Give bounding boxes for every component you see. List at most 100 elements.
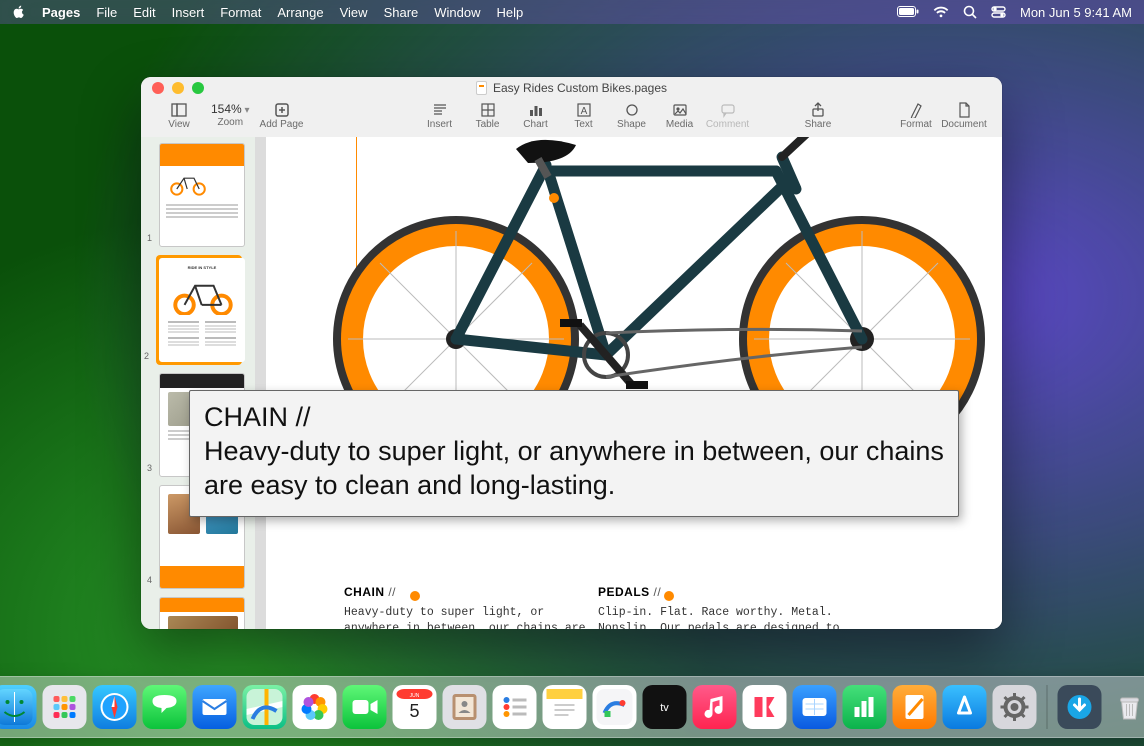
menubar-clock[interactable]: Mon Jun 5 9:41 AM xyxy=(1020,5,1132,20)
insert-icon xyxy=(432,101,448,119)
section-pedals[interactable]: PEDALS // Clip-in. Flat. Race worthy. Me… xyxy=(598,585,848,629)
svg-text:JUN: JUN xyxy=(410,693,420,699)
dock-pages-app[interactable] xyxy=(893,685,937,729)
wifi-icon[interactable] xyxy=(933,6,949,18)
pages-doc-icon xyxy=(476,81,487,95)
dock-messages[interactable] xyxy=(143,685,187,729)
menubar: Pages File Edit Insert Format Arrange Vi… xyxy=(0,0,1144,24)
menu-edit[interactable]: Edit xyxy=(133,5,155,20)
dock-appstore[interactable] xyxy=(943,685,987,729)
menu-share[interactable]: Share xyxy=(384,5,419,20)
chain-slash: // xyxy=(385,585,397,599)
thumb-5[interactable]: 5 xyxy=(159,597,245,629)
hover-line2: Heavy-duty to super light, or anywhere i… xyxy=(204,435,944,503)
dock-separator xyxy=(1047,685,1048,729)
section-chain[interactable]: CHAIN // Heavy-duty to super light, or a… xyxy=(344,585,594,629)
svg-text:A: A xyxy=(580,106,587,117)
menubar-app[interactable]: Pages xyxy=(42,5,80,20)
toolbar-zoom[interactable]: 154% Zoom xyxy=(207,101,254,128)
toolbar-document[interactable]: Document xyxy=(940,101,988,130)
toolbar-format[interactable]: Format xyxy=(892,101,940,130)
dock-photos[interactable] xyxy=(293,685,337,729)
plus-icon xyxy=(274,101,290,119)
dock-news[interactable] xyxy=(743,685,787,729)
minimize-button[interactable] xyxy=(172,82,184,94)
share-icon xyxy=(810,101,826,119)
dock-tv[interactable]: tv xyxy=(643,685,687,729)
media-icon xyxy=(672,101,688,119)
shape-icon xyxy=(624,101,640,119)
menu-arrange[interactable]: Arrange xyxy=(277,5,323,20)
hover-line1: CHAIN // xyxy=(204,401,944,435)
table-icon xyxy=(480,101,496,119)
addpage-label: Add Page xyxy=(260,119,304,130)
text-icon: A xyxy=(576,101,592,119)
thumb-1[interactable]: 1 xyxy=(159,143,245,247)
spotlight-icon[interactable] xyxy=(963,5,977,19)
dock-facetime[interactable] xyxy=(343,685,387,729)
toolbar-comment[interactable]: Comment xyxy=(704,101,752,130)
toolbar-shape[interactable]: Shape xyxy=(608,101,656,130)
pedals-body: Clip-in. Flat. Race worthy. Metal. Nonsl… xyxy=(598,605,848,629)
toolbar-addpage[interactable]: Add Page xyxy=(258,101,306,130)
media-label: Media xyxy=(666,119,693,130)
thumb-1-num: 1 xyxy=(147,233,152,243)
thumb-2[interactable]: RIDE IN STYLE 2 xyxy=(156,255,242,365)
titlebar: Easy Rides Custom Bikes.pages xyxy=(141,77,1002,99)
apple-icon[interactable] xyxy=(12,5,26,19)
chart-icon xyxy=(528,101,544,119)
pedals-slash: // xyxy=(650,585,662,599)
dock-mail[interactable] xyxy=(193,685,237,729)
dock-settings[interactable] xyxy=(993,685,1037,729)
toolbar-table[interactable]: Table xyxy=(464,101,512,130)
dock-contacts[interactable] xyxy=(443,685,487,729)
zoom-label: Zoom xyxy=(217,117,243,128)
dock-notes[interactable] xyxy=(543,685,587,729)
dock-launchpad[interactable] xyxy=(43,685,87,729)
menu-format[interactable]: Format xyxy=(220,5,261,20)
dock-music[interactable] xyxy=(693,685,737,729)
document-canvas[interactable]: CHAIN // Heavy-duty to super light, or a… xyxy=(256,137,1002,629)
page-2[interactable]: CHAIN // Heavy-duty to super light, or a… xyxy=(266,137,1002,629)
toolbar-chart[interactable]: Chart xyxy=(512,101,560,130)
dock-freeform[interactable] xyxy=(593,685,637,729)
dock-numbers[interactable] xyxy=(843,685,887,729)
dock-trash[interactable] xyxy=(1108,685,1144,729)
toolbar-view[interactable]: View xyxy=(155,101,203,130)
menu-file[interactable]: File xyxy=(96,5,117,20)
close-button[interactable] xyxy=(152,82,164,94)
comment-icon xyxy=(720,101,736,119)
dock-downloads[interactable] xyxy=(1058,685,1102,729)
pedals-heading: PEDALS xyxy=(598,585,650,599)
format-label: Format xyxy=(900,119,932,130)
toolbar-text[interactable]: AText xyxy=(560,101,608,130)
menu-help[interactable]: Help xyxy=(497,5,524,20)
dock-stocks[interactable] xyxy=(793,685,837,729)
dock-calendar[interactable]: JUN5 xyxy=(393,685,437,729)
menu-insert[interactable]: Insert xyxy=(172,5,205,20)
format-icon xyxy=(908,101,924,119)
toolbar-media[interactable]: Media xyxy=(656,101,704,130)
zoom-value[interactable]: 154% xyxy=(207,101,254,117)
callout-dot-2 xyxy=(549,193,559,203)
toolbar: View 154% Zoom Add Page Insert Table Cha… xyxy=(141,99,1002,137)
table-label: Table xyxy=(476,119,500,130)
toolbar-view-label: View xyxy=(168,119,190,130)
document-label: Document xyxy=(941,119,987,130)
dock-finder[interactable] xyxy=(0,685,37,729)
toolbar-share[interactable]: Share xyxy=(794,101,842,130)
page-thumbnails[interactable]: 1 RIDE IN STYLE 2 3 xyxy=(141,137,256,629)
dock-maps[interactable] xyxy=(243,685,287,729)
svg-text:tv: tv xyxy=(660,702,669,714)
menu-window[interactable]: Window xyxy=(434,5,480,20)
thumb-4-num: 4 xyxy=(147,575,152,585)
dock-safari[interactable] xyxy=(93,685,137,729)
battery-icon[interactable] xyxy=(897,6,919,18)
dock-reminders[interactable] xyxy=(493,685,537,729)
toolbar-insert[interactable]: Insert xyxy=(416,101,464,130)
thumb-3-num: 3 xyxy=(147,463,152,473)
document-icon xyxy=(956,101,972,119)
control-center-icon[interactable] xyxy=(991,6,1006,18)
zoom-button[interactable] xyxy=(192,82,204,94)
menu-view[interactable]: View xyxy=(340,5,368,20)
